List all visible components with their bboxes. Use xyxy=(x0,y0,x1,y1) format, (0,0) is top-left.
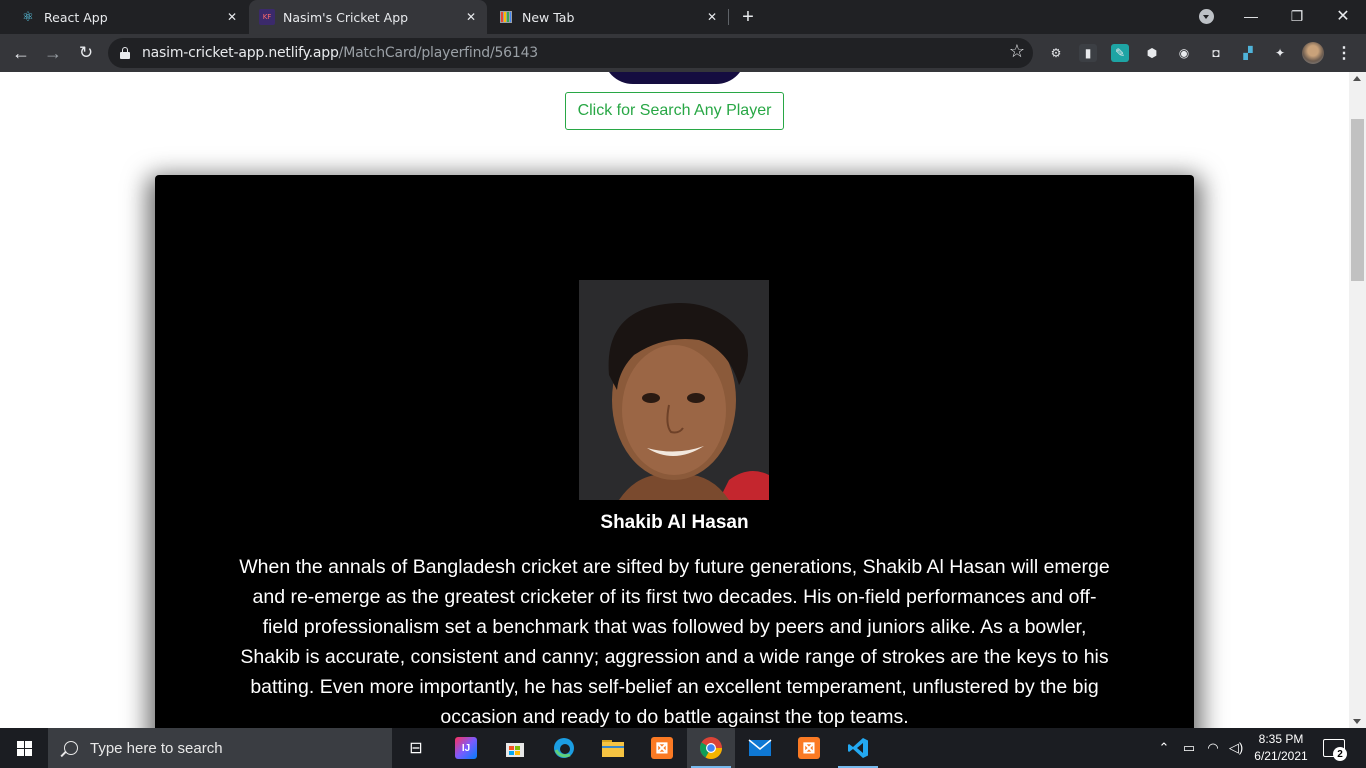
intellij-icon[interactable]: IJ xyxy=(442,728,490,768)
cricket-app-icon: KF xyxy=(259,9,275,25)
edge-icon[interactable] xyxy=(540,728,588,768)
tab-react-app[interactable]: ⚛ React App ✕ xyxy=(0,0,248,34)
search-icon xyxy=(64,741,78,755)
scroll-down-arrow-icon[interactable] xyxy=(1353,719,1361,724)
windows-logo-icon xyxy=(16,740,32,756)
bookmark-star-icon[interactable]: ☆ xyxy=(1009,41,1025,62)
page-scrollbar[interactable] xyxy=(1349,72,1366,728)
scroll-thumb[interactable] xyxy=(1351,119,1364,281)
volume-icon[interactable]: ◁) xyxy=(1226,728,1246,768)
tab-title: React App xyxy=(44,9,108,25)
battery-icon[interactable]: ▭ xyxy=(1179,728,1199,768)
clock-date: 6/21/2021 xyxy=(1254,749,1308,763)
xampp-control-icon[interactable]: ⊠ xyxy=(785,728,833,768)
tab-new-tab[interactable]: New Tab ✕ xyxy=(488,0,728,34)
address-bar[interactable]: nasim-cricket-app.netlify.app/MatchCard/… xyxy=(108,38,1033,68)
close-tab-icon[interactable]: ✕ xyxy=(463,9,479,25)
extension-edit-icon[interactable]: ✎ xyxy=(1111,44,1129,62)
start-button[interactable] xyxy=(0,728,48,768)
player-card: Shakib Al Hasan When the annals of Bangl… xyxy=(155,175,1194,728)
close-window-button[interactable]: ✕ xyxy=(1328,4,1358,28)
minimize-button[interactable]: ― xyxy=(1236,4,1266,28)
xampp-icon[interactable]: ⊠ xyxy=(638,728,686,768)
player-name: Shakib Al Hasan xyxy=(600,512,749,533)
extension-camera-icon[interactable]: ◘ xyxy=(1207,44,1225,62)
profile-avatar[interactable] xyxy=(1302,42,1324,64)
windows-taskbar: Type here to search ⊟ IJ ⊠ ⊠ ⌃ ▭ ◠ ◁) 8:… xyxy=(0,728,1366,768)
forward-icon[interactable]: → xyxy=(40,40,66,66)
extension-target-icon[interactable]: ◉ xyxy=(1175,44,1193,62)
dark-pill-button[interactable] xyxy=(603,72,746,84)
react-icon: ⚛ xyxy=(22,9,34,25)
tab-separator xyxy=(728,9,729,25)
page-viewport: Click for Search Any Player Shakib Al Ha… xyxy=(0,72,1366,728)
newtab-icon xyxy=(498,9,514,25)
menu-icon[interactable]: ⋮ xyxy=(1336,42,1352,64)
browser-toolbar: ← → ↻ nasim-cricket-app.netlify.app/Matc… xyxy=(0,34,1366,72)
file-explorer-icon[interactable] xyxy=(589,728,637,768)
clock-time: 8:35 PM xyxy=(1258,732,1304,746)
player-bio: When the annals of Bangladesh cricket ar… xyxy=(239,556,1110,728)
extension-color-icon[interactable]: ▞ xyxy=(1239,44,1257,62)
tab-title: New Tab xyxy=(522,9,575,25)
tab-nasims-cricket-app[interactable]: KF Nasim's Cricket App ✕ xyxy=(249,0,487,34)
tab-search-icon[interactable] xyxy=(1199,9,1214,24)
taskbar-search-box[interactable]: Type here to search xyxy=(48,728,392,768)
chrome-icon[interactable] xyxy=(687,728,735,768)
new-tab-button[interactable]: + xyxy=(736,5,760,29)
tray-overflow-icon[interactable]: ⌃ xyxy=(1155,728,1173,768)
url-text: nasim-cricket-app.netlify.app/MatchCard/… xyxy=(142,45,539,61)
search-player-button[interactable]: Click for Search Any Player xyxy=(565,92,784,130)
notification-badge: 2 xyxy=(1333,747,1347,761)
taskbar-clock[interactable]: 8:35 PM 6/21/2021 xyxy=(1248,731,1314,765)
close-tab-icon[interactable]: ✕ xyxy=(704,9,720,25)
vscode-icon[interactable] xyxy=(834,728,882,768)
wifi-icon[interactable]: ◠ xyxy=(1203,728,1223,768)
scroll-up-arrow-icon[interactable] xyxy=(1353,76,1361,81)
close-tab-icon[interactable]: ✕ xyxy=(224,9,240,25)
mail-icon[interactable] xyxy=(736,728,784,768)
store-icon[interactable] xyxy=(491,728,539,768)
lock-icon xyxy=(120,47,130,59)
player-photo xyxy=(579,280,769,500)
task-view-icon[interactable]: ⊟ xyxy=(392,728,440,768)
tab-title: Nasim's Cricket App xyxy=(283,9,409,25)
reload-icon[interactable]: ↻ xyxy=(73,40,99,66)
extension-chart-icon[interactable]: ▮ xyxy=(1079,44,1097,62)
extensions-puzzle-icon[interactable]: ✦ xyxy=(1271,44,1289,62)
restore-button[interactable]: ❐ xyxy=(1282,4,1312,28)
back-icon[interactable]: ← xyxy=(8,40,34,66)
browser-tab-strip: ⚛ React App ✕ KF Nasim's Cricket App ✕ N… xyxy=(0,0,1366,34)
taskbar-search-placeholder: Type here to search xyxy=(90,739,223,757)
extension-cube-icon[interactable]: ⬢ xyxy=(1143,44,1161,62)
extension-gear-icon[interactable]: ⚙ xyxy=(1047,44,1065,62)
